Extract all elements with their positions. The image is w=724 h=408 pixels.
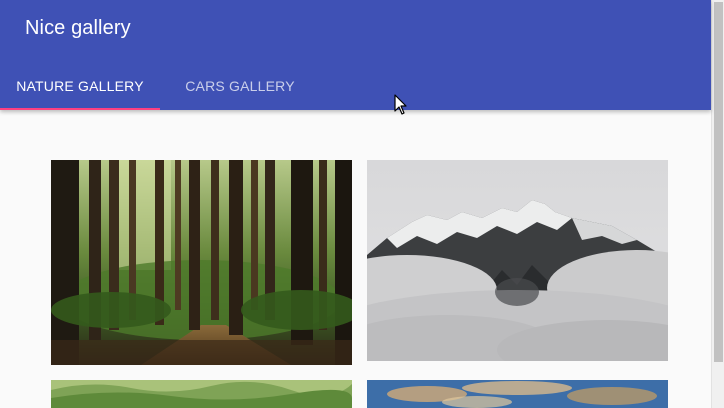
app-bar: Nice gallery NATURE GALLERY CARS GALLERY <box>0 0 711 110</box>
active-tab-indicator <box>0 108 160 110</box>
tab-bar: NATURE GALLERY CARS GALLERY <box>0 62 320 110</box>
mouse-cursor-icon <box>394 94 408 121</box>
tab-cars-gallery[interactable]: CARS GALLERY <box>160 62 320 110</box>
gallery-image-sky[interactable] <box>367 380 668 408</box>
gallery-image-green-hills[interactable] <box>51 380 352 408</box>
tab-label: CARS GALLERY <box>185 78 295 94</box>
tab-nature-gallery[interactable]: NATURE GALLERY <box>0 62 160 110</box>
app-window: Nice gallery NATURE GALLERY CARS GALLERY <box>0 0 724 408</box>
tab-label: NATURE GALLERY <box>16 78 144 94</box>
gallery-image-misty-mountain[interactable] <box>367 160 668 361</box>
vertical-scrollbar[interactable] <box>711 0 724 408</box>
scrollbar-thumb[interactable] <box>714 2 723 362</box>
app-title: Nice gallery <box>25 17 131 39</box>
gallery-image-forest[interactable] <box>51 160 352 365</box>
